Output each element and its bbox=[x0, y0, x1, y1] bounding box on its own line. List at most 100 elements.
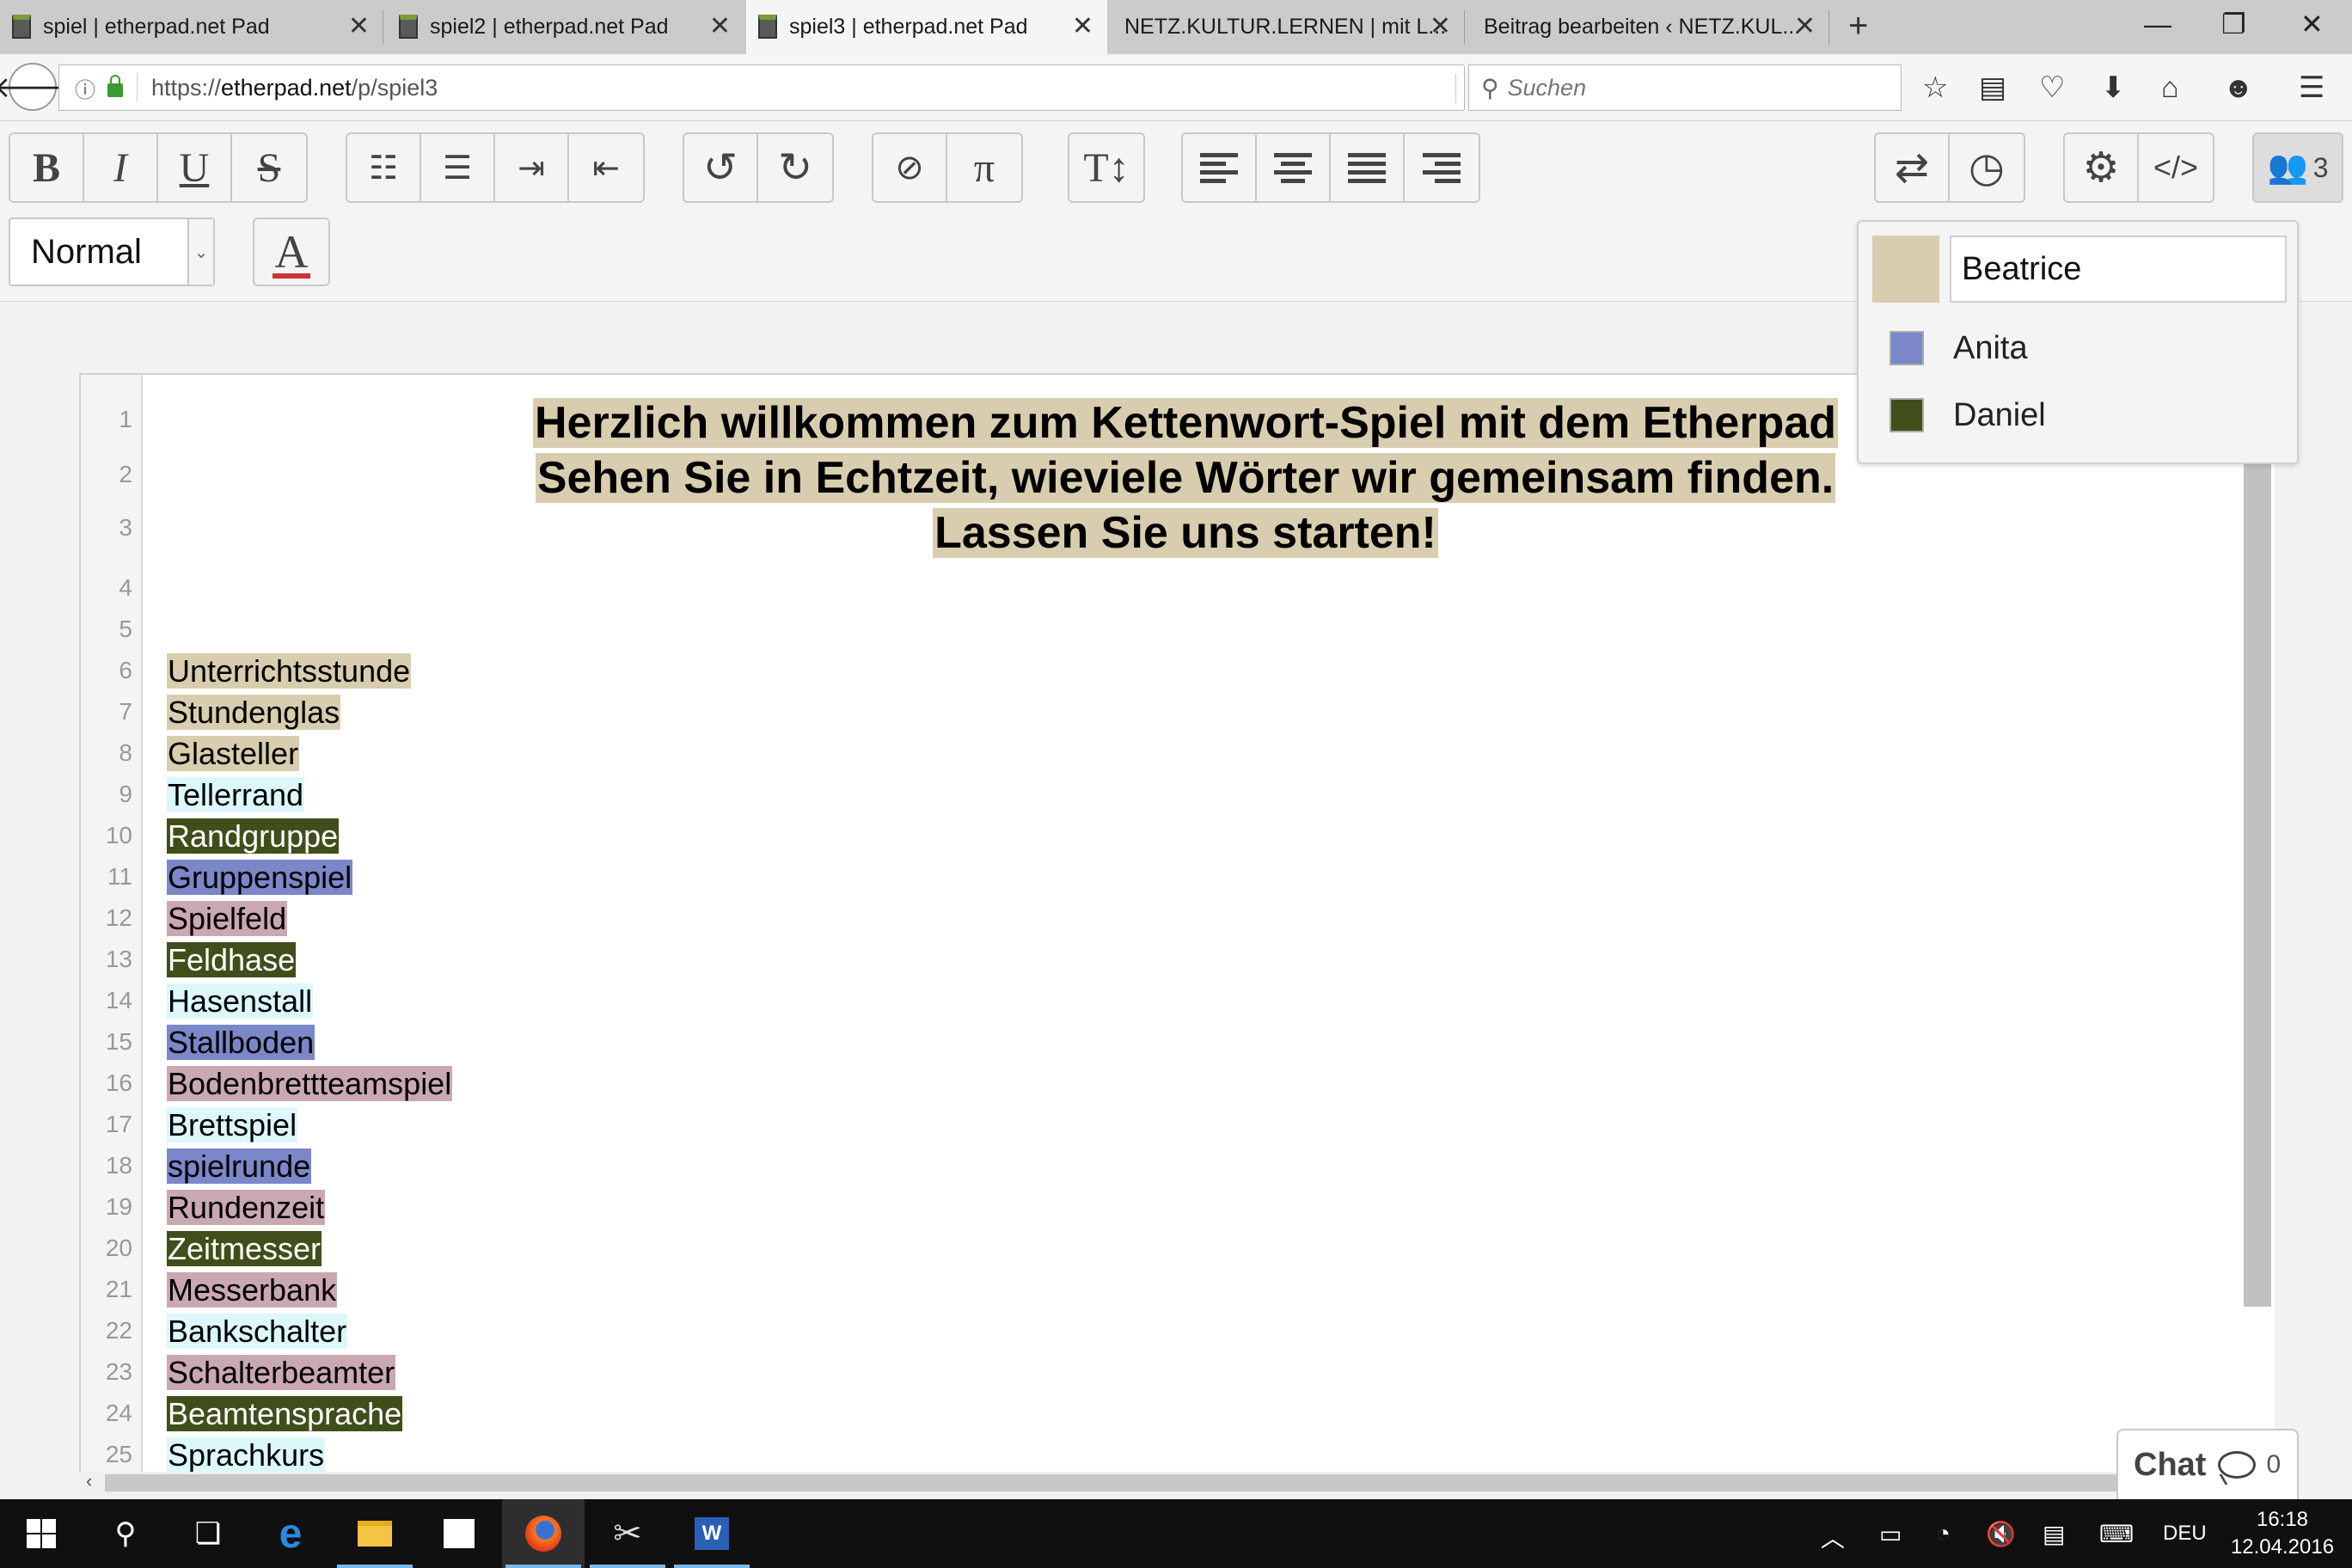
search-input[interactable] bbox=[1507, 74, 1869, 101]
strikethrough-button[interactable]: S bbox=[232, 134, 306, 201]
word-button[interactable]: W bbox=[671, 1499, 753, 1568]
chat-button[interactable]: Chat 0 bbox=[2116, 1429, 2299, 1499]
chat-bubble-icon[interactable]: ☻ bbox=[2223, 68, 2254, 107]
close-window-button[interactable]: ✕ bbox=[2300, 7, 2324, 41]
align-center-button[interactable] bbox=[1257, 134, 1331, 201]
restore-window-button[interactable]: ❐ bbox=[2221, 7, 2246, 41]
word-line[interactable]: Hasenstall bbox=[167, 983, 314, 1020]
horizontal-scroll-thumb[interactable] bbox=[105, 1474, 2237, 1491]
download-icon[interactable]: ⬇ bbox=[2101, 68, 2126, 107]
notification-icon[interactable]: ▤ bbox=[2043, 1520, 2065, 1548]
word-line[interactable]: Stundenglas bbox=[167, 695, 341, 731]
word-line[interactable]: Spielfeld bbox=[167, 901, 288, 937]
close-tab-icon[interactable]: ✕ bbox=[348, 12, 370, 41]
new-tab-button[interactable]: + bbox=[1848, 7, 1868, 45]
close-tab-icon[interactable]: ✕ bbox=[709, 12, 731, 41]
word-line[interactable]: Bankschalter bbox=[167, 1314, 348, 1350]
url-text[interactable]: https://etherpad.net/p/spiel3 bbox=[151, 75, 438, 101]
word-line[interactable]: Bodenbrettteamspiel bbox=[167, 1066, 453, 1102]
clear-authorship-button[interactable]: ⊘ bbox=[873, 134, 947, 201]
my-color-swatch[interactable] bbox=[1872, 236, 1939, 303]
word-line[interactable]: Messerbank bbox=[167, 1272, 338, 1308]
word-line[interactable]: Tellerrand bbox=[167, 777, 305, 813]
unordered-list-button[interactable]: ☰ bbox=[421, 134, 495, 201]
wifi-icon[interactable]: ◔ bbox=[1936, 1520, 1951, 1547]
pad-editor[interactable]: 1 2 3 4 5 6 7 8 9 10 11 12 13 14 15 16 17 18 19 20 21 22 23 24 2… bbox=[79, 373, 2275, 1473]
scroll-left-icon[interactable]: ‹ bbox=[86, 1470, 92, 1492]
heading-select[interactable]: Normal ⌄ bbox=[9, 217, 215, 286]
font-color-button[interactable]: A bbox=[253, 217, 330, 286]
snipping-tool-button[interactable]: ✂ bbox=[586, 1499, 669, 1568]
pocket-icon[interactable]: ♡ bbox=[2039, 68, 2065, 107]
browser-tab-beitrag[interactable]: Beitrag bearbeiten ‹ NETZ.KUL... ✕ bbox=[1468, 0, 1829, 54]
browser-tab-spiel3[interactable]: spiel3 | etherpad.net Pad ✕ bbox=[746, 0, 1107, 54]
urlbar-divider bbox=[137, 73, 138, 102]
bookmark-star-icon[interactable]: ☆ bbox=[1922, 68, 1948, 107]
word-line[interactable]: Gruppenspiel bbox=[167, 860, 353, 896]
firefox-button[interactable] bbox=[502, 1499, 585, 1568]
store-button[interactable] bbox=[418, 1499, 500, 1568]
browser-tab-spiel[interactable]: spiel | etherpad.net Pad ✕ bbox=[0, 0, 383, 54]
word-line[interactable]: Randgruppe bbox=[167, 818, 340, 854]
start-button[interactable] bbox=[0, 1499, 83, 1568]
word-line[interactable]: Glasteller bbox=[167, 736, 300, 772]
users-button[interactable]: 👥 3 bbox=[2252, 132, 2343, 203]
close-tab-icon[interactable]: ✕ bbox=[1430, 12, 1451, 41]
word-line[interactable]: spielrunde bbox=[167, 1148, 312, 1185]
undo-button[interactable]: ↺ bbox=[684, 134, 758, 201]
word-line[interactable]: Rundenzeit bbox=[167, 1190, 326, 1226]
embed-button[interactable]: </> bbox=[2139, 134, 2213, 201]
minimize-window-button[interactable]: — bbox=[2144, 7, 2171, 41]
battery-icon[interactable]: ▭ bbox=[1879, 1520, 1902, 1548]
indent-button[interactable]: ⇥ bbox=[495, 134, 569, 201]
site-info-icon[interactable]: ⓘ bbox=[75, 73, 95, 103]
browser-tab-netzkultur[interactable]: NETZ.KULTUR.LERNEN | mit L... ✕ bbox=[1109, 0, 1465, 54]
word-line[interactable]: Sprachkurs bbox=[167, 1437, 326, 1473]
volume-muted-icon[interactable]: 🔇 bbox=[1986, 1520, 2016, 1548]
back-button[interactable]: 🡐 bbox=[0, 63, 72, 111]
line-number: 13 bbox=[105, 946, 132, 972]
home-icon[interactable]: ⌂ bbox=[2161, 68, 2179, 107]
heading-line-3[interactable]: Lassen Sie uns starten! bbox=[81, 505, 2290, 560]
hamburger-menu-icon[interactable]: ☰ bbox=[2299, 68, 2324, 107]
system-clock[interactable]: 16:18 12.04.2016 bbox=[2218, 1506, 2347, 1561]
address-bar[interactable]: ⓘ https://etherpad.net/p/spiel3 ⟳ bbox=[58, 64, 1491, 111]
redo-button[interactable]: ↻ bbox=[758, 134, 832, 201]
input-language[interactable]: DEU bbox=[2163, 1522, 2207, 1546]
my-username-input[interactable] bbox=[1950, 236, 2287, 303]
import-export-button[interactable]: ⇄ bbox=[1876, 134, 1950, 201]
italic-button[interactable]: I bbox=[84, 134, 158, 201]
align-justify-button[interactable] bbox=[1331, 134, 1405, 201]
search-taskbar-button[interactable]: ⚲ bbox=[84, 1499, 167, 1568]
ordered-list-button[interactable]: ☷ bbox=[347, 134, 421, 201]
browser-tab-spiel2[interactable]: spiel2 | etherpad.net Pad ✕ bbox=[387, 0, 744, 54]
underline-button[interactable]: U bbox=[158, 134, 232, 201]
edge-button[interactable]: e bbox=[249, 1499, 332, 1568]
file-explorer-button[interactable] bbox=[334, 1499, 416, 1568]
tray-expand-icon[interactable]: ︿ bbox=[1821, 1520, 1845, 1554]
horizontal-scrollbar[interactable]: ‹ bbox=[79, 1470, 2275, 1496]
math-button[interactable]: π bbox=[947, 134, 1021, 201]
settings-button[interactable]: ⚙ bbox=[2065, 134, 2139, 201]
keyboard-icon[interactable]: ⌨ bbox=[2099, 1520, 2134, 1548]
close-tab-icon[interactable]: ✕ bbox=[1072, 12, 1093, 41]
task-view-button[interactable]: ❏ bbox=[167, 1499, 249, 1568]
search-bar[interactable]: ⚲ bbox=[1468, 64, 1902, 111]
vertical-scrollbar[interactable] bbox=[2244, 464, 2271, 1307]
timeslider-button[interactable]: ◷ bbox=[1950, 134, 2024, 201]
outdent-button[interactable]: ⇤ bbox=[569, 134, 643, 201]
close-tab-icon[interactable]: ✕ bbox=[1794, 12, 1816, 41]
word-line[interactable]: Brettspiel bbox=[167, 1107, 298, 1143]
align-left-button[interactable] bbox=[1183, 134, 1257, 201]
word-line[interactable]: Beamtensprache bbox=[167, 1396, 403, 1432]
word-line[interactable]: Schalterbeamter bbox=[167, 1355, 396, 1391]
bold-button[interactable]: B bbox=[10, 134, 84, 201]
gear-icon: ⚙ bbox=[2082, 145, 2120, 191]
font-size-button[interactable]: T↕ bbox=[1069, 134, 1143, 201]
align-right-button[interactable] bbox=[1405, 134, 1479, 201]
reading-list-icon[interactable]: ▤ bbox=[1979, 68, 2006, 107]
word-line[interactable]: Stallboden bbox=[167, 1025, 315, 1061]
word-line[interactable]: Feldhase bbox=[167, 942, 297, 978]
word-line[interactable]: Unterrichtsstunde bbox=[167, 653, 412, 689]
word-line[interactable]: Zeitmesser bbox=[167, 1231, 322, 1267]
